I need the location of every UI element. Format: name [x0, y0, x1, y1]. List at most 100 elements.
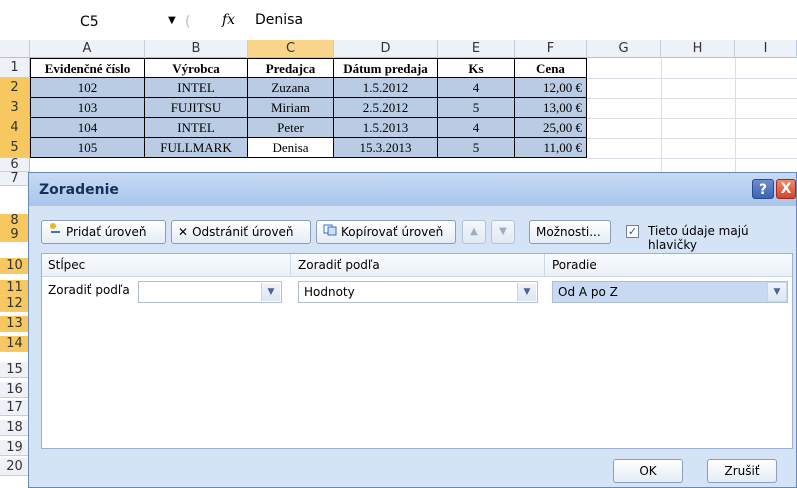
- row-header-16[interactable]: 16: [0, 382, 30, 398]
- row-header-9[interactable]: 9: [0, 228, 30, 242]
- row-header-11[interactable]: 11: [0, 280, 30, 296]
- headers-checkbox-label[interactable]: Tieto údaje majú hlavičky: [648, 224, 796, 252]
- chevron-down-icon[interactable]: ▼: [517, 283, 536, 301]
- add-level-icon: [48, 221, 62, 243]
- table-cell[interactable]: INTEL: [145, 118, 248, 138]
- row-header-14[interactable]: 14: [0, 336, 30, 352]
- move-up-button[interactable]: ▲: [462, 220, 486, 244]
- table-cell[interactable]: 15.3.2013: [334, 138, 438, 158]
- column-header-h[interactable]: H: [661, 40, 735, 58]
- table-cell[interactable]: Peter: [248, 118, 334, 138]
- gridline: [735, 58, 736, 172]
- close-button[interactable]: X: [776, 179, 796, 199]
- table-cell[interactable]: 1.5.2012: [334, 78, 438, 98]
- table-cell[interactable]: Miriam: [248, 98, 334, 118]
- move-down-button[interactable]: ▼: [491, 220, 515, 244]
- row-header-8[interactable]: 8: [0, 214, 30, 228]
- copy-icon: [323, 221, 337, 243]
- sort-on-select[interactable]: Hodnoty ▼: [298, 281, 538, 303]
- sort-on-heading: Zoradiť podľa: [298, 258, 380, 272]
- row-header-20[interactable]: 20: [0, 458, 30, 476]
- table-header-cell[interactable]: Predajca: [248, 58, 334, 78]
- row-header-15[interactable]: 15: [0, 362, 30, 378]
- table-cell[interactable]: INTEL: [145, 78, 248, 98]
- column-header-f[interactable]: F: [515, 40, 587, 58]
- table-cell[interactable]: 102: [30, 78, 145, 98]
- table-cell[interactable]: 103: [30, 98, 145, 118]
- arrow-down-icon: ▼: [499, 226, 507, 237]
- column-header-b[interactable]: B: [145, 40, 248, 58]
- active-cell[interactable]: Denisa: [248, 138, 334, 158]
- row-header-6[interactable]: 6: [0, 158, 30, 172]
- table-header-cell[interactable]: Ks: [438, 58, 515, 78]
- column-header-d[interactable]: D: [334, 40, 438, 58]
- row-header-10[interactable]: 10: [0, 258, 30, 274]
- formula-input[interactable]: Denisa: [255, 12, 303, 28]
- gridline: [661, 58, 662, 172]
- table-header-cell[interactable]: Výrobca: [145, 58, 248, 78]
- divider: [544, 254, 545, 276]
- table-header-cell[interactable]: Dátum predaja: [334, 58, 438, 78]
- row-header-13[interactable]: 13: [0, 316, 30, 332]
- dialog-titlebar[interactable]: Zoradenie ? X: [29, 173, 796, 206]
- chevron-down-icon[interactable]: ▼: [261, 283, 280, 301]
- column-header-a[interactable]: A: [30, 40, 145, 58]
- table-cell[interactable]: 104: [30, 118, 145, 138]
- table-cell[interactable]: 12,00 €: [515, 78, 587, 98]
- table-cell[interactable]: FULLMARK: [145, 138, 248, 158]
- delete-level-label: Odstrániť úroveň: [192, 225, 294, 239]
- chevron-down-icon[interactable]: ▼: [168, 15, 176, 26]
- column-header-e[interactable]: E: [438, 40, 515, 58]
- delete-level-button[interactable]: ✕ Odstrániť úroveň: [171, 220, 311, 244]
- column-header-i[interactable]: I: [735, 40, 797, 58]
- select-all-corner[interactable]: [0, 40, 30, 58]
- column-header-g[interactable]: G: [587, 40, 661, 58]
- table-header-cell[interactable]: Evidenčné číslo: [30, 58, 145, 78]
- help-button[interactable]: ?: [752, 179, 774, 199]
- table-header-cell[interactable]: Cena: [515, 58, 587, 78]
- order-select[interactable]: Od A po Z ▼: [552, 281, 788, 303]
- insert-function-button[interactable]: fx: [222, 12, 235, 28]
- headers-checkbox[interactable]: ✓: [626, 225, 639, 238]
- options-button[interactable]: Možnosti...: [529, 220, 611, 244]
- table-cell[interactable]: 1.5.2013: [334, 118, 438, 138]
- table-cell[interactable]: 2.5.2012: [334, 98, 438, 118]
- row-header-7[interactable]: 7: [0, 172, 30, 186]
- column-header-c[interactable]: C: [248, 40, 334, 58]
- sort-panel-header: Stĺpec Zoradiť podľa Poradie: [42, 254, 792, 277]
- table-cell[interactable]: Zuzana: [248, 78, 334, 98]
- row-header-5[interactable]: 5: [0, 138, 30, 158]
- table-cell[interactable]: 5: [438, 138, 515, 158]
- table-cell[interactable]: 4: [438, 118, 515, 138]
- arrow-up-icon: ▲: [470, 226, 478, 237]
- table-cell[interactable]: FUJITSU: [145, 98, 248, 118]
- cancel-button[interactable]: Zrušiť: [707, 459, 777, 483]
- row-header-3[interactable]: 3: [0, 98, 30, 118]
- chevron-down-icon[interactable]: ▼: [767, 283, 786, 301]
- column-select[interactable]: ▼: [138, 281, 282, 303]
- gridline: [587, 78, 797, 79]
- add-level-button[interactable]: Pridať úroveň: [41, 220, 166, 244]
- row-header-18[interactable]: 18: [0, 420, 30, 436]
- table-cell[interactable]: 11,00 €: [515, 138, 587, 158]
- copy-level-button[interactable]: Kopírovať úroveň: [316, 220, 456, 244]
- row-header-17[interactable]: 17: [0, 400, 30, 416]
- gridline: [587, 118, 797, 119]
- name-box-value: C5: [80, 14, 99, 30]
- sort-dialog: Zoradenie ? X Pridať úroveň ✕ Odstrániť ú…: [28, 172, 797, 488]
- row-header-19[interactable]: 19: [0, 440, 30, 456]
- copy-level-label: Kopírovať úroveň: [341, 225, 444, 239]
- table-cell[interactable]: 105: [30, 138, 145, 158]
- row-header-12[interactable]: 12: [0, 296, 30, 312]
- row-header-1[interactable]: 1: [0, 58, 30, 78]
- row-header-4[interactable]: 4: [0, 118, 30, 138]
- table-cell[interactable]: 25,00 €: [515, 118, 587, 138]
- table-cell[interactable]: 13,00 €: [515, 98, 587, 118]
- name-box[interactable]: C5 ▼ (: [40, 12, 200, 34]
- table-cell[interactable]: 4: [438, 78, 515, 98]
- table-cell[interactable]: 5: [438, 98, 515, 118]
- gridline: [587, 98, 797, 99]
- divider: [290, 254, 291, 276]
- ok-button[interactable]: OK: [613, 459, 683, 483]
- row-header-2[interactable]: 2: [0, 78, 30, 98]
